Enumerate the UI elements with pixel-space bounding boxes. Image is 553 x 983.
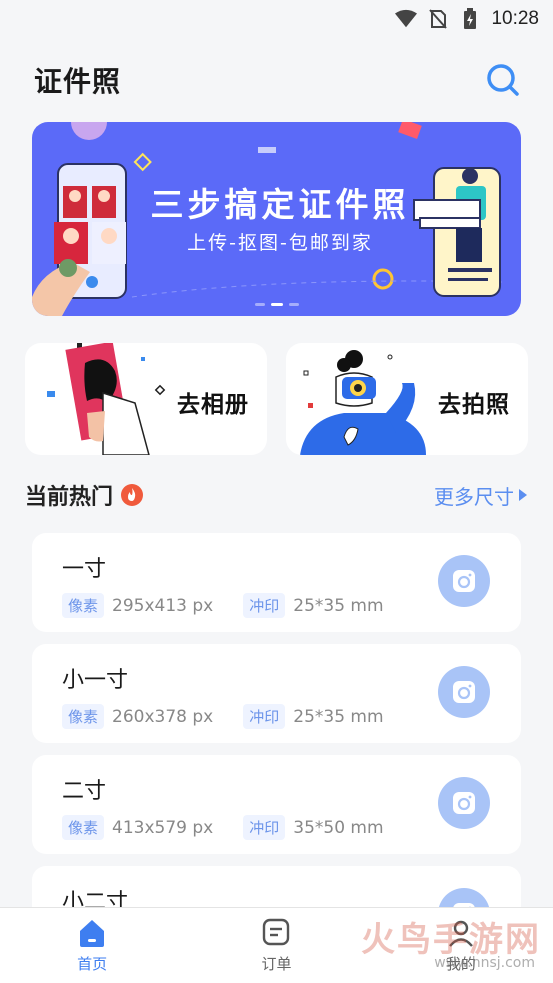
camera-button[interactable]: [438, 555, 490, 607]
fire-icon: [121, 484, 144, 506]
nav-home[interactable]: 首页: [0, 908, 184, 983]
pagination-dot: [288, 303, 299, 306]
watermark-url: www.hnsj.com: [434, 955, 535, 971]
album-label: 去相册: [177, 392, 249, 418]
size-name: 二寸: [62, 779, 107, 804]
search-button[interactable]: [483, 60, 523, 100]
pixel-tag: 像素: [62, 593, 105, 618]
camera-button[interactable]: [438, 777, 490, 829]
section-title: 当前热门: [25, 479, 144, 511]
nav-label: 首页: [77, 955, 108, 973]
camera-label: 去拍照: [438, 392, 510, 418]
more-sizes-label: 更多尺寸: [434, 484, 514, 509]
no-sim-icon: [427, 9, 449, 29]
battery-charging-icon: [459, 8, 481, 29]
size-meta: 像素 295x413 px 冲印 25*35 mm: [62, 593, 384, 618]
size-meta: 像素 260x378 px 冲印 25*35 mm: [62, 704, 384, 729]
size-meta: 像素 413x579 px 冲印 35*50 mm: [62, 815, 384, 840]
pagination-dot: [254, 303, 265, 306]
size-name: 小一寸: [62, 668, 129, 693]
camera-button[interactable]: [438, 666, 490, 718]
print-tag: 冲印: [243, 704, 286, 729]
print-value: 25*35 mm: [293, 595, 384, 616]
print-value: 35*50 mm: [293, 817, 384, 838]
size-card-2[interactable]: 小一寸 像素 260x378 px 冲印 25*35 mm: [32, 644, 521, 743]
promo-banner[interactable]: 三步搞定证件照 上传-抠图-包邮到家: [32, 122, 521, 316]
pixel-value: 413x579 px: [112, 817, 214, 838]
watermark-logo: 火鸟手游网: [361, 920, 541, 960]
camera-icon: [453, 570, 475, 592]
status-bar: 10:28: [0, 0, 553, 38]
order-icon: [263, 918, 290, 946]
banner-pagination: [254, 303, 299, 306]
pixel-tag: 像素: [62, 704, 105, 729]
print-tag: 冲印: [243, 593, 286, 618]
nav-label: 订单: [261, 955, 292, 973]
wifi-icon: [395, 9, 418, 29]
pixel-tag: 像素: [62, 815, 105, 840]
pixel-value: 260x378 px: [112, 706, 214, 727]
banner-subtitle: 上传-抠图-包邮到家: [187, 232, 373, 254]
more-sizes-link[interactable]: 更多尺寸: [434, 481, 528, 510]
section-title-text: 当前热门: [25, 485, 114, 510]
clock: 10:28: [491, 8, 539, 29]
banner-title: 三步搞定证件照: [150, 185, 410, 224]
camera-card[interactable]: 去拍照: [286, 343, 528, 455]
caret-right-icon: [519, 489, 527, 501]
header: 证件照: [0, 55, 553, 105]
search-icon: [487, 64, 519, 96]
size-name: 一寸: [62, 557, 107, 582]
album-card[interactable]: 去相册: [25, 343, 267, 455]
size-card-3[interactable]: 二寸 像素 413x579 px 冲印 35*50 mm: [32, 755, 521, 854]
pagination-dot-active: [270, 303, 283, 306]
hot-section-header: 当前热门 更多尺寸: [25, 475, 528, 515]
pixel-value: 295x413 px: [112, 595, 214, 616]
print-value: 25*35 mm: [293, 706, 384, 727]
page-title: 证件照: [34, 65, 122, 98]
size-card-1[interactable]: 一寸 像素 295x413 px 冲印 25*35 mm: [32, 533, 521, 632]
camera-icon: [453, 681, 475, 703]
home-icon: [80, 920, 105, 947]
print-tag: 冲印: [243, 815, 286, 840]
album-illustration: [47, 343, 166, 455]
camera-illustration: [300, 350, 426, 455]
camera-icon: [453, 792, 475, 814]
nav-orders[interactable]: 订单: [184, 908, 368, 983]
